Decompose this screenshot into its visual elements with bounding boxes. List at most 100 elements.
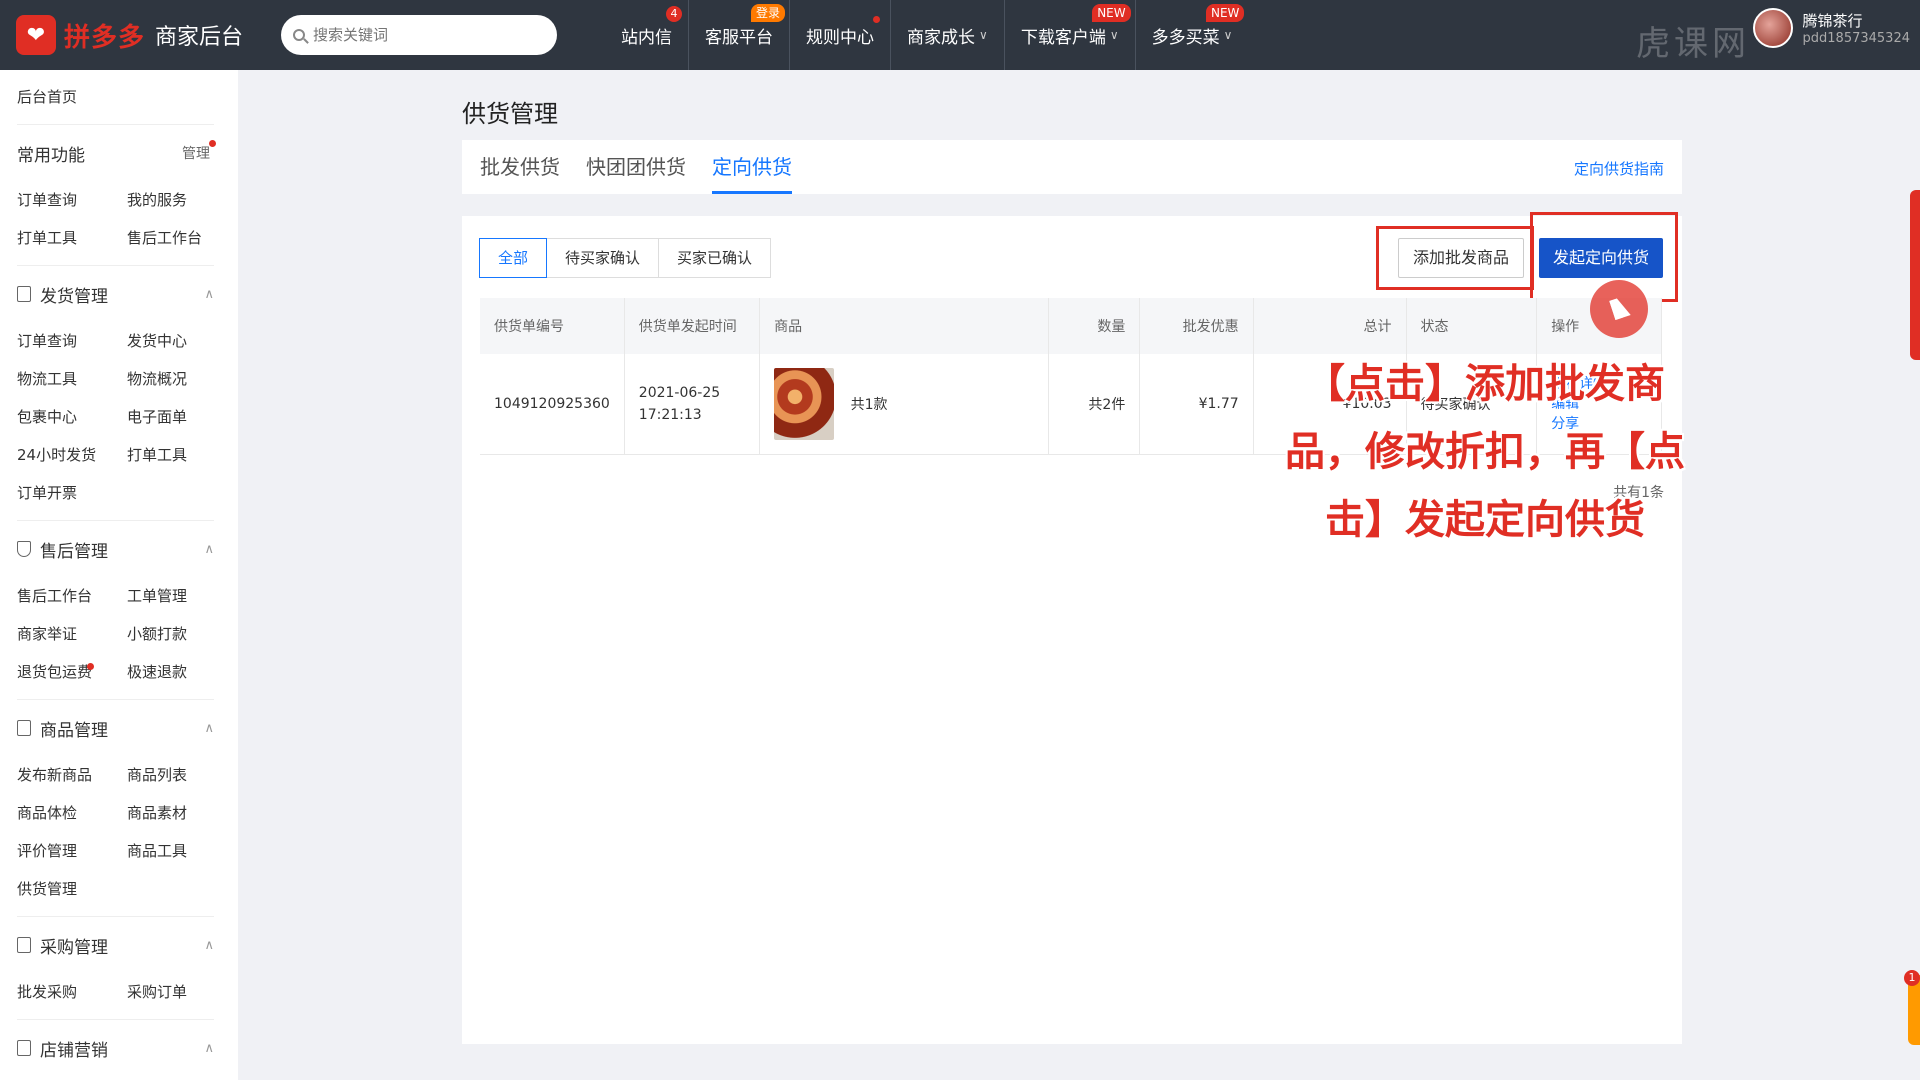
cell-id: 1049120925360: [480, 354, 625, 455]
sidebar-item[interactable]: 订单查询: [17, 322, 127, 360]
sidebar-item[interactable]: 商品列表: [127, 756, 237, 794]
sidebar-item-supply[interactable]: 供货管理: [17, 870, 127, 908]
chevron-down-icon: ∨: [1223, 28, 1233, 42]
bag-icon: [17, 720, 31, 736]
sidebar-item[interactable]: 电子面单: [127, 398, 237, 436]
filter-pending[interactable]: 待买家确认: [546, 238, 660, 278]
avatar: [1752, 8, 1793, 48]
side-widget-badge: 1: [1904, 970, 1920, 986]
nav-customer-service[interactable]: 客服平台 登录: [689, 0, 791, 70]
sidebar-item[interactable]: 售后工作台: [17, 577, 127, 615]
col-header: 状态: [1406, 298, 1538, 354]
sidebar-item[interactable]: 打单工具: [127, 436, 237, 474]
messages-badge: 4: [666, 6, 683, 22]
add-wholesale-goods-button[interactable]: 添加批发商品: [1398, 238, 1525, 278]
sidebar-section-header[interactable]: 采购管理 ∧: [17, 917, 214, 973]
sidebar-section-header[interactable]: 店铺营销 ∧: [17, 1020, 214, 1076]
sidebar-item[interactable]: 采购订单: [127, 973, 237, 1011]
login-tag: 登录: [751, 4, 786, 22]
logo[interactable]: ❤ 拼多多 商家后台: [16, 15, 243, 55]
col-header: 数量: [1048, 298, 1141, 354]
sidebar-section-title: 采购管理: [40, 937, 108, 958]
launch-directed-supply-button[interactable]: 发起定向供货: [1539, 238, 1664, 278]
sidebar-section-header[interactable]: 商品管理 ∧: [17, 700, 214, 756]
sidebar-section-shipping: 发货管理 ∧ 订单查询 发货中心 物流工具 物流概况 包裹中心 电子面单 24小…: [17, 266, 214, 521]
sidebar-section-goods: 商品管理 ∧ 发布新商品 商品列表 商品体检 商品素材 评价管理 商品工具 供货…: [17, 700, 214, 917]
tab-group-supply[interactable]: 快团团供货: [586, 140, 686, 194]
logo-brand: 拼多多: [64, 22, 146, 53]
sidebar-item[interactable]: 我的服务: [127, 181, 237, 219]
tab-directed-supply[interactable]: 定向供货: [712, 140, 792, 194]
sidebar-item[interactable]: 24小时发货: [17, 436, 127, 474]
sidebar-item[interactable]: 评价管理: [17, 832, 127, 870]
sidebar-item[interactable]: 商品体检: [17, 794, 127, 832]
user-name: 腾锦茶行: [1802, 12, 1863, 30]
nav-growth[interactable]: 商家成长 ∨: [891, 0, 1005, 70]
sidebar-item[interactable]: 批发采购: [17, 973, 127, 1011]
content-card: 全部 待买家确认 买家已确认 添加批发商品 发起定向供货 供货单编号 供货单发起…: [462, 212, 1682, 1044]
nav-messages[interactable]: 站内信 4: [605, 0, 690, 70]
chevron-up-icon: ∧: [204, 541, 214, 557]
sidebar-item[interactable]: 商品素材: [127, 794, 237, 832]
sidebar-item[interactable]: 打单工具: [17, 219, 127, 257]
nav-rules-label: 规则中心: [806, 27, 875, 48]
nav-download[interactable]: 下载客户端 ∨ NEW: [1005, 0, 1136, 70]
sidebar-item[interactable]: 发布新商品: [17, 756, 127, 794]
sidebar-section-title: 商品管理: [40, 720, 108, 741]
filter-confirmed[interactable]: 买家已确认: [658, 238, 772, 278]
sidebar-item[interactable]: 包裹中心: [17, 398, 127, 436]
nav-messages-label: 站内信: [621, 27, 673, 48]
cell-clock: 17:21:13: [638, 406, 702, 423]
sidebar-section-header[interactable]: 发货管理 ∧: [17, 266, 214, 322]
sidebar-item[interactable]: 极速退款: [127, 653, 237, 691]
sidebar-item[interactable]: 商家举证: [17, 615, 127, 653]
sidebar-item[interactable]: 物流概况: [127, 360, 237, 398]
sidebar-item[interactable]: 工单管理: [127, 577, 237, 615]
rules-dot: [873, 16, 881, 23]
manage-link[interactable]: 管理: [182, 140, 216, 163]
sidebar-item[interactable]: 退货包运费: [17, 653, 127, 691]
cell-goods: 共1款: [759, 354, 1050, 455]
sidebar-section-title: 售后管理: [40, 541, 108, 562]
side-floating-tab[interactable]: [1910, 190, 1920, 360]
product-thumbnail[interactable]: [774, 367, 835, 440]
pdd-logo-icon: ❤: [16, 15, 56, 55]
search-box[interactable]: [281, 15, 558, 55]
sidebar-item-home[interactable]: 后台首页: [17, 70, 214, 125]
sidebar: 后台首页 常用功能 管理 订单查询 我的服务 打单工具 售后工作台 发货管理 ∧…: [0, 70, 238, 1080]
nav-grocery-label: 多多买菜: [1151, 27, 1220, 48]
cell-discount: ¥1.77: [1139, 354, 1254, 455]
nav-customer-service-label: 客服平台: [705, 27, 774, 48]
col-header: 总计: [1253, 298, 1407, 354]
sidebar-item[interactable]: 订单查询: [17, 181, 127, 219]
chevron-up-icon: ∧: [204, 720, 214, 736]
col-header: 批发优惠: [1139, 298, 1254, 354]
sidebar-item[interactable]: 发货中心: [127, 322, 237, 360]
chevron-down-icon: ∨: [1109, 28, 1119, 42]
sidebar-section-common: 常用功能 管理 订单查询 我的服务 打单工具 售后工作台: [17, 125, 216, 266]
sidebar-section-title: 店铺营销: [40, 1040, 108, 1061]
tabs-bar: 批发供货 快团团供货 定向供货 定向供货指南: [462, 140, 1682, 194]
sidebar-section-title: 发货管理: [40, 286, 108, 307]
cell-time: 2021-06-25 17:21:13: [624, 354, 761, 455]
chevron-up-icon: ∧: [204, 286, 214, 302]
sidebar-item[interactable]: 商品工具: [127, 832, 237, 870]
sidebar-section-header[interactable]: 售后管理 ∧: [17, 521, 214, 577]
tutorial-annotation: 【点击】添加批发商品，修改折扣，再【点击】发起定向供货: [1285, 361, 1685, 543]
nav-duoduo-grocery[interactable]: 多多买菜 ∨ NEW: [1136, 0, 1249, 70]
filter-all[interactable]: 全部: [479, 238, 548, 278]
directed-supply-guide-link[interactable]: 定向供货指南: [1574, 158, 1664, 179]
sidebar-item[interactable]: 售后工作台: [127, 219, 237, 257]
sidebar-item[interactable]: 小额打款: [127, 615, 237, 653]
sidebar-item[interactable]: 物流工具: [17, 360, 127, 398]
tab-wholesale-supply[interactable]: 批发供货: [480, 140, 560, 194]
user-menu[interactable]: 腾锦茶行 pdd1857345324: [1752, 8, 1910, 48]
search-input[interactable]: [313, 26, 514, 44]
calendar-icon: [17, 1040, 31, 1056]
nav-rules[interactable]: 规则中心: [790, 0, 892, 70]
sidebar-item[interactable]: 订单开票: [17, 474, 127, 512]
chevron-down-icon: ∨: [979, 28, 988, 42]
sidebar-section-title: 常用功能: [17, 145, 85, 166]
top-nav: 站内信 4 客服平台 登录 规则中心 商家成长 ∨ 下载客户端 ∨ NEW 多多…: [605, 0, 1248, 70]
new-tag: NEW: [1205, 4, 1245, 22]
